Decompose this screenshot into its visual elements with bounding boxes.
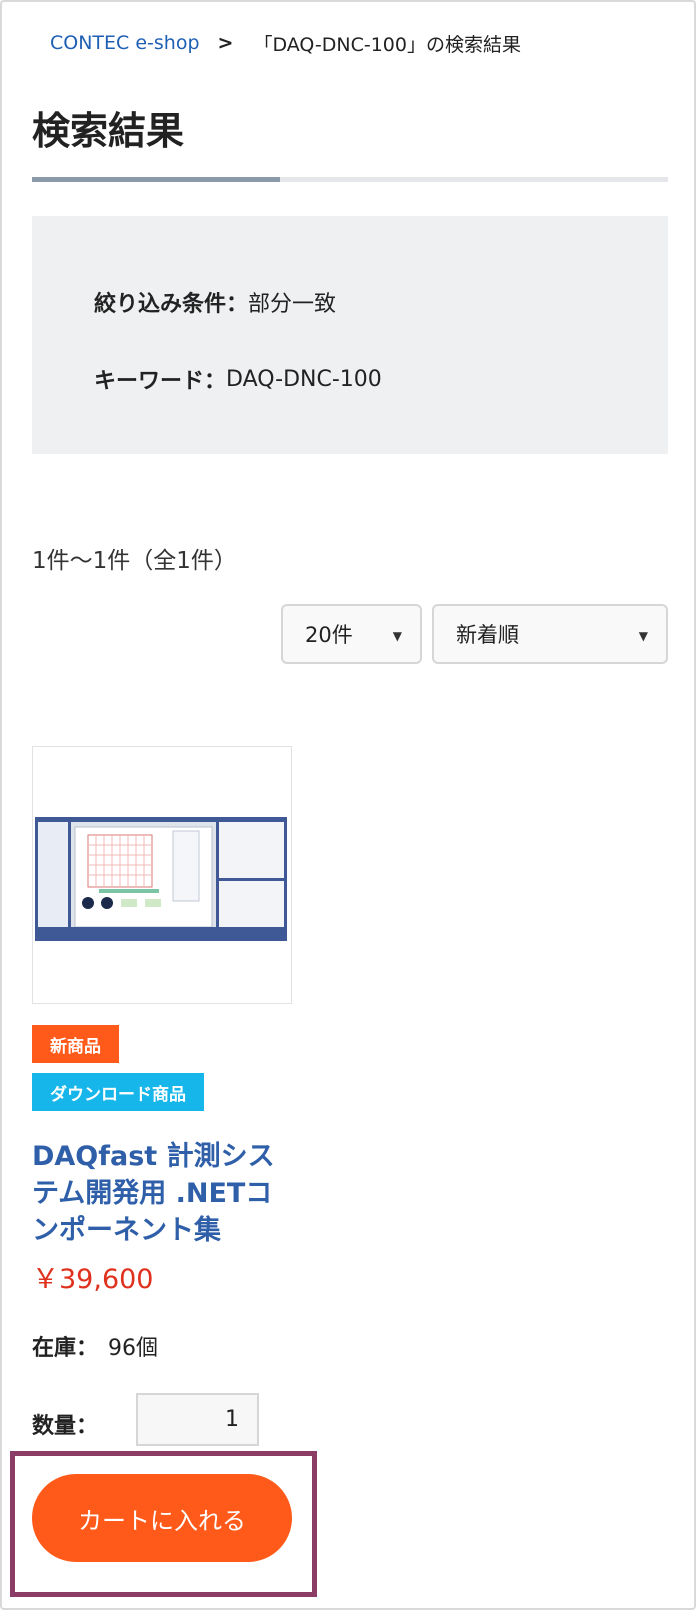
add-to-cart-button[interactable]: カートに入れる	[32, 1474, 292, 1562]
search-conditions-panel: 絞り込み条件： 部分一致 キーワード： DAQ-DNC-100	[32, 216, 668, 454]
breadcrumb: CONTEC e-shop > 「DAQ-DNC-100」の検索結果	[50, 30, 521, 56]
breadcrumb-home-link[interactable]: CONTEC e-shop	[50, 32, 200, 54]
chevron-down-icon: ▼	[392, 629, 402, 643]
new-product-badge: 新商品	[32, 1025, 119, 1063]
title-underline-accent	[32, 177, 280, 182]
filter-keyword-value: DAQ-DNC-100	[226, 366, 382, 392]
filter-condition-value: 部分一致	[248, 292, 337, 317]
filter-condition-row: 絞り込み条件： 部分一致	[94, 286, 336, 318]
page-title: 検索結果	[32, 109, 185, 153]
quantity-input[interactable]	[136, 1393, 259, 1446]
stock-label: 在庫：	[32, 1336, 99, 1361]
breadcrumb-current: 「DAQ-DNC-100」の検索結果	[253, 33, 521, 56]
product-name-link[interactable]: DAQfast 計測システム開発用 .NETコンポーネント集	[32, 1138, 297, 1249]
per-page-select[interactable]: 20件 ▼	[281, 604, 422, 664]
chevron-down-icon: ▼	[638, 629, 648, 643]
stock-value: 96個	[108, 1336, 159, 1361]
breadcrumb-separator: >	[217, 32, 234, 54]
quantity-label: 数量：	[32, 1414, 99, 1439]
filter-condition-label: 絞り込み条件：	[94, 292, 249, 317]
filter-keyword-row: キーワード： DAQ-DNC-100	[94, 363, 382, 395]
result-count: 1件〜1件（全1件）	[32, 548, 237, 574]
title-underline	[32, 177, 668, 182]
product-thumbnail[interactable]	[32, 746, 292, 1004]
download-product-badge: ダウンロード商品	[32, 1073, 204, 1111]
per-page-select-value: 20件	[305, 623, 353, 647]
sort-order-select[interactable]: 新着順 ▼	[432, 604, 668, 664]
filter-keyword-label: キーワード：	[94, 369, 227, 394]
stock-info: 在庫： 96個	[32, 1330, 158, 1362]
sort-order-select-value: 新着順	[456, 623, 519, 647]
software-screenshot-image	[35, 817, 287, 941]
product-price: ￥39,600	[32, 1264, 154, 1295]
